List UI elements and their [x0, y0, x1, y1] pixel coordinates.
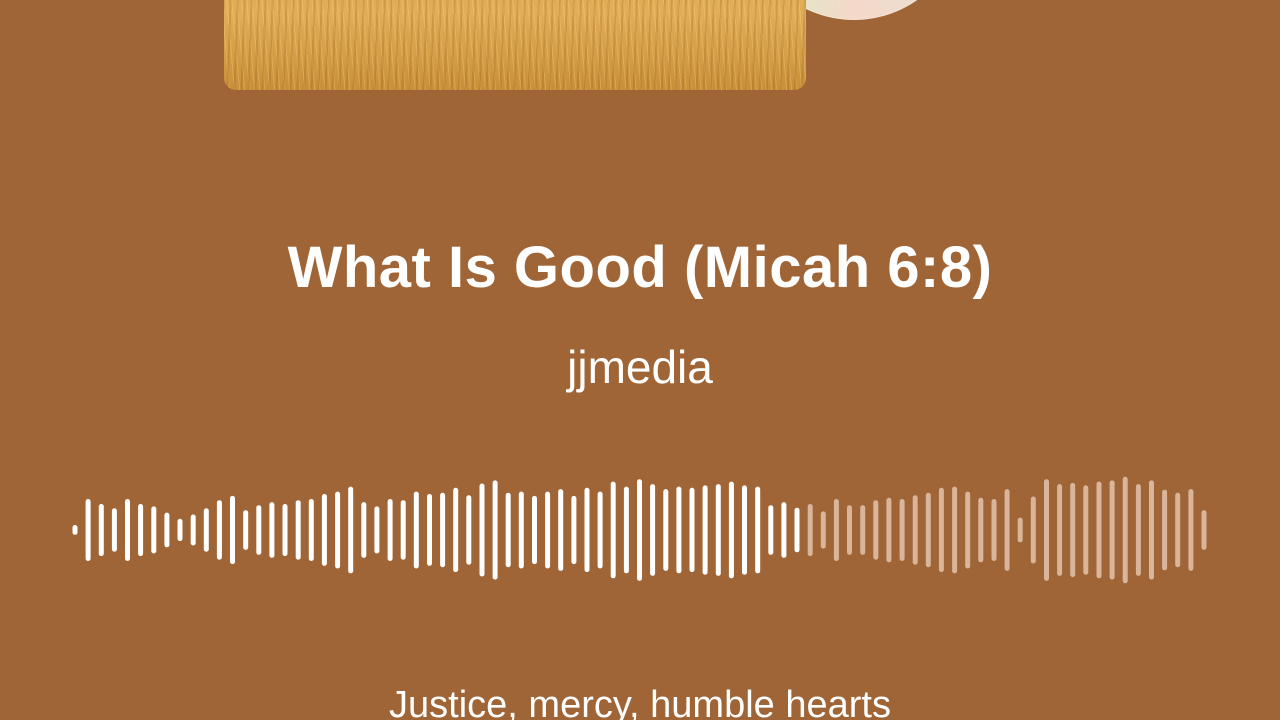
player-screen: What Is Good (Micah 6:8) jjmedia Justice…	[0, 0, 1280, 720]
track-title: What Is Good (Micah 6:8)	[287, 235, 993, 300]
waveform-bar-played[interactable]	[623, 486, 629, 574]
waveform-bar-played[interactable]	[282, 504, 288, 557]
waveform-bar-played[interactable]	[335, 491, 341, 569]
waveform-bar-unplayed[interactable]	[886, 497, 892, 563]
waveform-bar-played[interactable]	[269, 502, 275, 558]
waveform-bar-played[interactable]	[715, 484, 721, 576]
waveform-bar-unplayed[interactable]	[1004, 489, 1010, 571]
waveform-bar-played[interactable]	[676, 486, 682, 574]
waveform-bar-unplayed[interactable]	[1017, 517, 1023, 543]
waveform-bar-played[interactable]	[466, 495, 472, 565]
audio-waveform[interactable]	[0, 460, 1280, 600]
waveform-bar-played[interactable]	[361, 502, 367, 558]
waveform-bar-played[interactable]	[584, 487, 590, 573]
waveform-bar-played[interactable]	[374, 506, 380, 554]
waveform-bar-played[interactable]	[440, 492, 446, 568]
waveform-bar-unplayed[interactable]	[1030, 496, 1036, 564]
waveform-bar-unplayed[interactable]	[833, 499, 839, 561]
waveform-bar-played[interactable]	[138, 504, 144, 557]
waveform-bar-played[interactable]	[125, 499, 130, 561]
waveform-bar-played[interactable]	[637, 479, 642, 581]
waveform-bar-unplayed[interactable]	[899, 499, 905, 561]
waveform-bar-played[interactable]	[532, 495, 537, 565]
waveform-bar-played[interactable]	[505, 492, 511, 568]
waveform-bar-played[interactable]	[597, 491, 603, 569]
waveform-bar-played[interactable]	[308, 499, 314, 561]
waveform-bar-unplayed[interactable]	[991, 499, 997, 561]
waveform-bar-played[interactable]	[348, 486, 354, 574]
waveform-bar-played[interactable]	[164, 512, 170, 548]
waveform-bar-unplayed[interactable]	[925, 492, 931, 568]
waveform-bar-played[interactable]	[427, 494, 432, 566]
waveform-bar-played[interactable]	[190, 514, 196, 546]
waveform-bar-played[interactable]	[151, 506, 157, 554]
waveform-bar-unplayed[interactable]	[952, 486, 958, 574]
waveform-bar-played[interactable]	[768, 505, 774, 555]
waveform-bar-played[interactable]	[85, 499, 91, 561]
wheat-field-cover-image	[224, 0, 806, 90]
waveform-bar-played[interactable]	[216, 500, 222, 560]
waveform-bar-unplayed[interactable]	[1044, 479, 1049, 581]
waveform-bar-played[interactable]	[230, 495, 235, 565]
waveform-bar-played[interactable]	[545, 491, 551, 569]
waveform-bar-played[interactable]	[492, 480, 498, 580]
waveform-bar-unplayed[interactable]	[1083, 485, 1089, 575]
waveform-bar-unplayed[interactable]	[1096, 481, 1102, 579]
waveform-bar-played[interactable]	[72, 525, 78, 535]
waveform-svg[interactable]	[0, 460, 1280, 600]
waveform-bar-played[interactable]	[203, 508, 209, 552]
waveform-bar-played[interactable]	[256, 505, 262, 555]
waveform-bar-unplayed[interactable]	[1149, 480, 1154, 580]
waveform-bar-played[interactable]	[321, 494, 327, 566]
waveform-bar-unplayed[interactable]	[1109, 480, 1115, 580]
artist-name: jjmedia	[567, 341, 713, 393]
waveform-bar-unplayed[interactable]	[978, 497, 984, 563]
waveform-bar-unplayed[interactable]	[1135, 484, 1141, 576]
waveform-bar-unplayed[interactable]	[820, 511, 826, 549]
waveform-bar-unplayed[interactable]	[847, 505, 852, 555]
waveform-bar-unplayed[interactable]	[1188, 489, 1194, 571]
waveform-bar-played[interactable]	[295, 500, 301, 560]
waveform-bar-played[interactable]	[728, 481, 734, 579]
waveform-bar-played[interactable]	[781, 502, 787, 558]
waveform-bar-played[interactable]	[518, 491, 524, 569]
waveform-bar-played[interactable]	[453, 487, 459, 573]
waveform-bar-played[interactable]	[702, 485, 708, 575]
waveform-bar-played[interactable]	[755, 486, 761, 574]
waveform-bar-unplayed[interactable]	[938, 487, 944, 573]
waveform-bar-played[interactable]	[610, 481, 616, 579]
waveform-bar-played[interactable]	[663, 489, 669, 571]
waveform-bar-played[interactable]	[111, 508, 117, 552]
waveform-bar-unplayed[interactable]	[1175, 492, 1181, 568]
waveform-bar-unplayed[interactable]	[912, 495, 918, 565]
waveform-bar-played[interactable]	[387, 499, 393, 561]
waveform-bar-played[interactable]	[558, 489, 564, 571]
waveform-bar-unplayed[interactable]	[1122, 476, 1128, 584]
waveform-bar-unplayed[interactable]	[873, 500, 879, 560]
waveform-bar-unplayed[interactable]	[965, 491, 971, 569]
waveform-bar-unplayed[interactable]	[1201, 510, 1207, 550]
waveform-bar-unplayed[interactable]	[807, 504, 813, 557]
waveform-bar-played[interactable]	[571, 495, 577, 565]
waveform-bar-played[interactable]	[243, 510, 249, 550]
waveform-bar-played[interactable]	[742, 485, 747, 575]
waveform-bar-played[interactable]	[413, 491, 419, 569]
waveform-bar-played[interactable]	[794, 507, 800, 553]
waveform-bar-played[interactable]	[650, 484, 656, 576]
waveform-bar-unplayed[interactable]	[860, 505, 866, 555]
waveform-bar-played[interactable]	[400, 500, 406, 560]
waveform-bar-played[interactable]	[177, 518, 183, 542]
waveform-bar-unplayed[interactable]	[1070, 482, 1076, 578]
album-art	[224, 0, 964, 90]
lyric-line: Justice, mercy, humble hearts	[389, 684, 891, 720]
waveform-bar-unplayed[interactable]	[1057, 484, 1063, 576]
waveform-bar-played[interactable]	[479, 483, 485, 577]
waveform-bar-played[interactable]	[98, 504, 104, 557]
waveform-bar-unplayed[interactable]	[1162, 489, 1168, 571]
waveform-bar-played[interactable]	[689, 487, 695, 573]
